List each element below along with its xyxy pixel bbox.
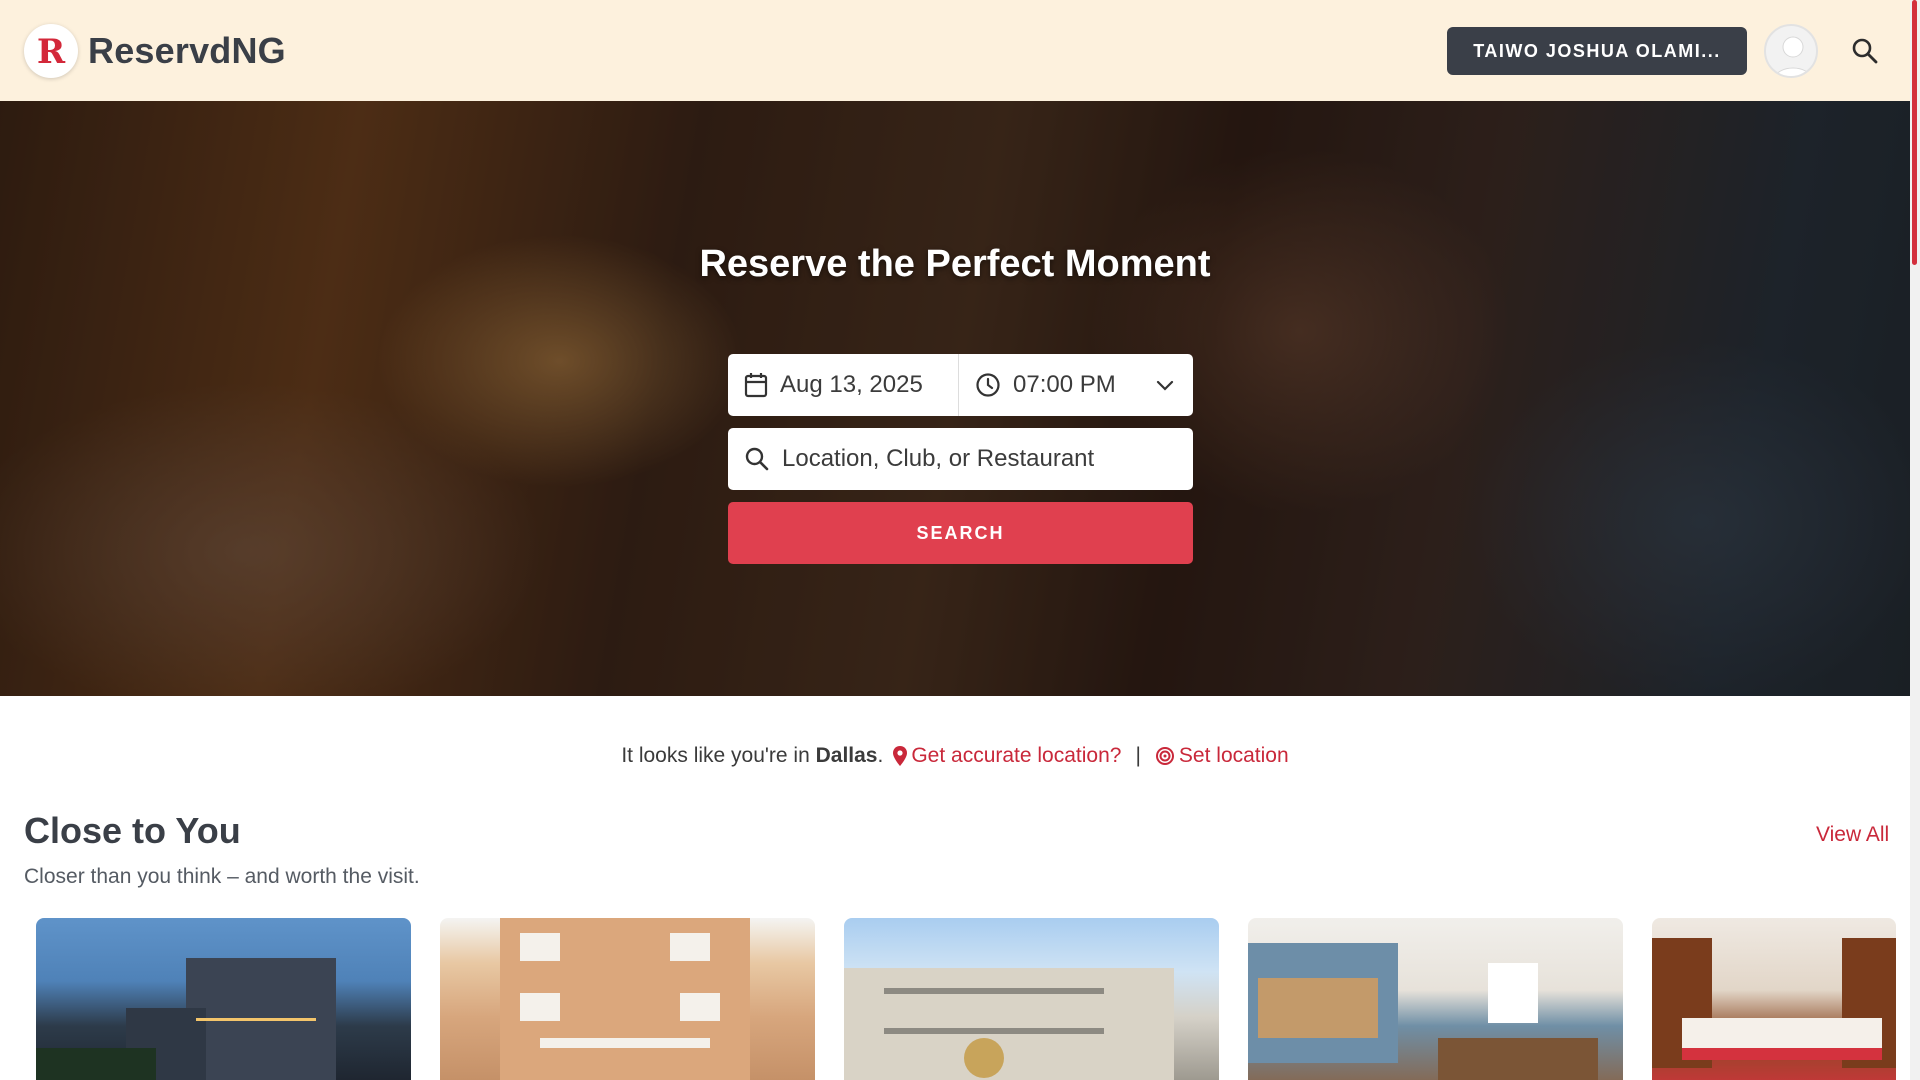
brand-logo[interactable]: R ReservdNG (24, 24, 286, 78)
search-icon (745, 447, 769, 471)
user-avatar-icon[interactable] (1764, 24, 1818, 78)
venue-card-5[interactable] (1652, 918, 1896, 1080)
link-separator: | (1135, 744, 1141, 767)
venue-card-1[interactable] (36, 918, 411, 1080)
map-pin-icon (893, 746, 908, 766)
venue-card-4[interactable] (1248, 918, 1623, 1080)
top-header: R ReservdNG TAIWO JOSHUA OLAMI... (0, 0, 1910, 101)
clock-icon (976, 373, 1000, 397)
brand-name: ReservdNG (88, 30, 286, 71)
set-location-link[interactable]: Set location (1155, 744, 1289, 768)
location-search-field[interactable] (728, 428, 1193, 490)
scrollbar-thumb[interactable] (1912, 0, 1917, 265)
time-value: 07:00 PM (1013, 371, 1116, 398)
venue-card-2[interactable] (440, 918, 815, 1080)
set-location-label: Set location (1178, 744, 1289, 767)
chevron-down-icon (1156, 380, 1174, 391)
location-bar: It looks like you're in Dallas. Get accu… (0, 744, 1910, 768)
time-picker[interactable]: 07:00 PM (959, 354, 1193, 416)
section-title: Close to You (24, 810, 241, 851)
hero-banner: Reserve the Perfect Moment Aug 13, 2025 … (0, 101, 1910, 696)
view-all-link[interactable]: View All (1816, 823, 1889, 847)
search-icon[interactable] (1850, 36, 1880, 66)
user-account-button[interactable]: TAIWO JOSHUA OLAMI... (1447, 27, 1747, 75)
detected-city: Dallas (815, 744, 878, 767)
location-suffix: . (877, 744, 884, 767)
location-search-input[interactable] (782, 445, 1172, 473)
date-picker[interactable]: Aug 13, 2025 (728, 354, 959, 416)
venue-carousel (36, 918, 1896, 1080)
section-subtitle: Closer than you think – and worth the vi… (24, 865, 420, 888)
calendar-icon (744, 373, 768, 398)
search-button[interactable]: SEARCH (728, 502, 1193, 564)
date-time-row: Aug 13, 2025 07:00 PM (728, 354, 1193, 416)
get-accurate-location-label: Get accurate location? (911, 744, 1122, 767)
get-accurate-location-link[interactable]: Get accurate location? (893, 744, 1121, 768)
target-icon (1155, 747, 1174, 765)
hero-title: Reserve the Perfect Moment (699, 243, 1211, 285)
date-value: Aug 13, 2025 (780, 371, 923, 398)
logo-badge-icon: R (24, 24, 78, 78)
page-scrollbar[interactable] (1910, 0, 1920, 1080)
location-prefix: It looks like you're in (621, 744, 810, 767)
venue-card-3[interactable] (844, 918, 1219, 1080)
logo-letter: R (36, 32, 66, 72)
